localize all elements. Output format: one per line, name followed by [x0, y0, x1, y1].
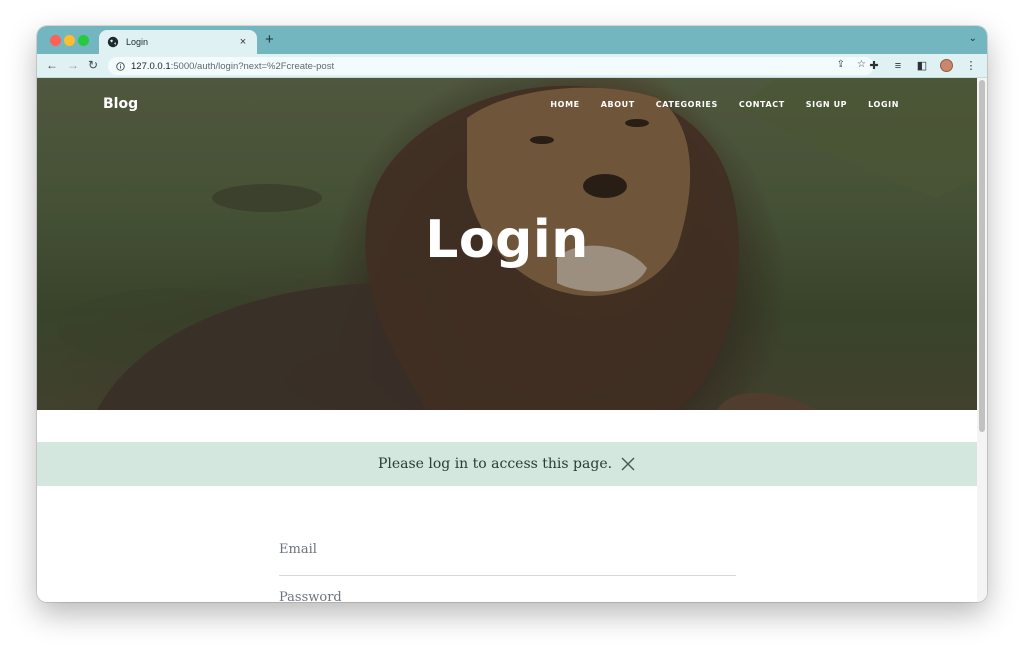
avatar[interactable]: [940, 59, 953, 72]
browser-window: Login × + ⌄ ← → ↻ 127.0.0.1 :5000/auth/l…: [37, 26, 987, 602]
browser-tab-login[interactable]: Login ×: [99, 30, 257, 54]
password-field[interactable]: Password: [279, 586, 736, 602]
nav-item-login[interactable]: LOGIN: [868, 100, 899, 109]
info-icon[interactable]: [116, 61, 125, 71]
minimize-window-button[interactable]: [64, 35, 75, 46]
nav-item-contact[interactable]: CONTACT: [739, 100, 785, 109]
nav-item-sign-up[interactable]: SIGN UP: [806, 100, 847, 109]
login-form: Email Password: [279, 538, 736, 602]
email-input[interactable]: [279, 538, 736, 575]
reload-icon[interactable]: ↻: [88, 58, 98, 72]
flash-alert: Please log in to access this page.: [37, 442, 977, 486]
zoom-window-button[interactable]: [78, 35, 89, 46]
new-tab-button[interactable]: +: [265, 31, 274, 48]
nav-item-home[interactable]: HOME: [550, 100, 579, 109]
main-nav: HOME ABOUT CATEGORIES CONTACT SIGN UP LO…: [550, 100, 899, 109]
close-icon[interactable]: [620, 456, 636, 472]
star-icon[interactable]: ☆: [857, 59, 866, 70]
email-field[interactable]: Email: [279, 538, 736, 576]
globe-icon: [107, 36, 119, 48]
arrow-right-icon[interactable]: →: [67, 58, 79, 72]
puzzle-icon[interactable]: ✚: [868, 60, 880, 72]
close-tab-icon[interactable]: ×: [237, 36, 249, 48]
nav-item-about[interactable]: ABOUT: [601, 100, 635, 109]
arrow-left-icon[interactable]: ←: [46, 58, 58, 72]
url-path: :5000/auth/login?next=%2Fcreate-post: [170, 60, 335, 72]
nav-item-categories[interactable]: CATEGORIES: [656, 100, 718, 109]
browser-toolbar: ← → ↻ 127.0.0.1 :5000/auth/login?next=%2…: [37, 54, 987, 78]
alert-message: Please log in to access this page.: [377, 456, 613, 472]
hero-header: Blog HOME ABOUT CATEGORIES CONTACT SIGN …: [37, 78, 977, 410]
scrollbar-thumb[interactable]: [979, 80, 985, 432]
close-window-button[interactable]: [50, 35, 61, 46]
address-bar[interactable]: 127.0.0.1 :5000/auth/login?next=%2Fcreat…: [108, 57, 874, 75]
tab-title: Login: [126, 37, 149, 47]
kebab-menu-icon[interactable]: ⋮: [965, 60, 977, 72]
reading-list-icon[interactable]: ≡: [892, 60, 904, 72]
page-scrollbar[interactable]: [977, 78, 987, 602]
url-host: 127.0.0.1: [131, 60, 171, 72]
side-panel-icon[interactable]: ◧: [916, 60, 928, 72]
page-viewport: Blog HOME ABOUT CATEGORIES CONTACT SIGN …: [37, 78, 987, 602]
tab-search-chevron-icon[interactable]: ⌄: [969, 33, 977, 44]
site-brand-link[interactable]: Blog: [103, 96, 138, 112]
tab-strip: Login × + ⌄: [37, 26, 987, 54]
page-title: Login: [425, 210, 589, 270]
password-input[interactable]: [279, 586, 736, 602]
share-icon[interactable]: ⇪: [837, 59, 845, 70]
